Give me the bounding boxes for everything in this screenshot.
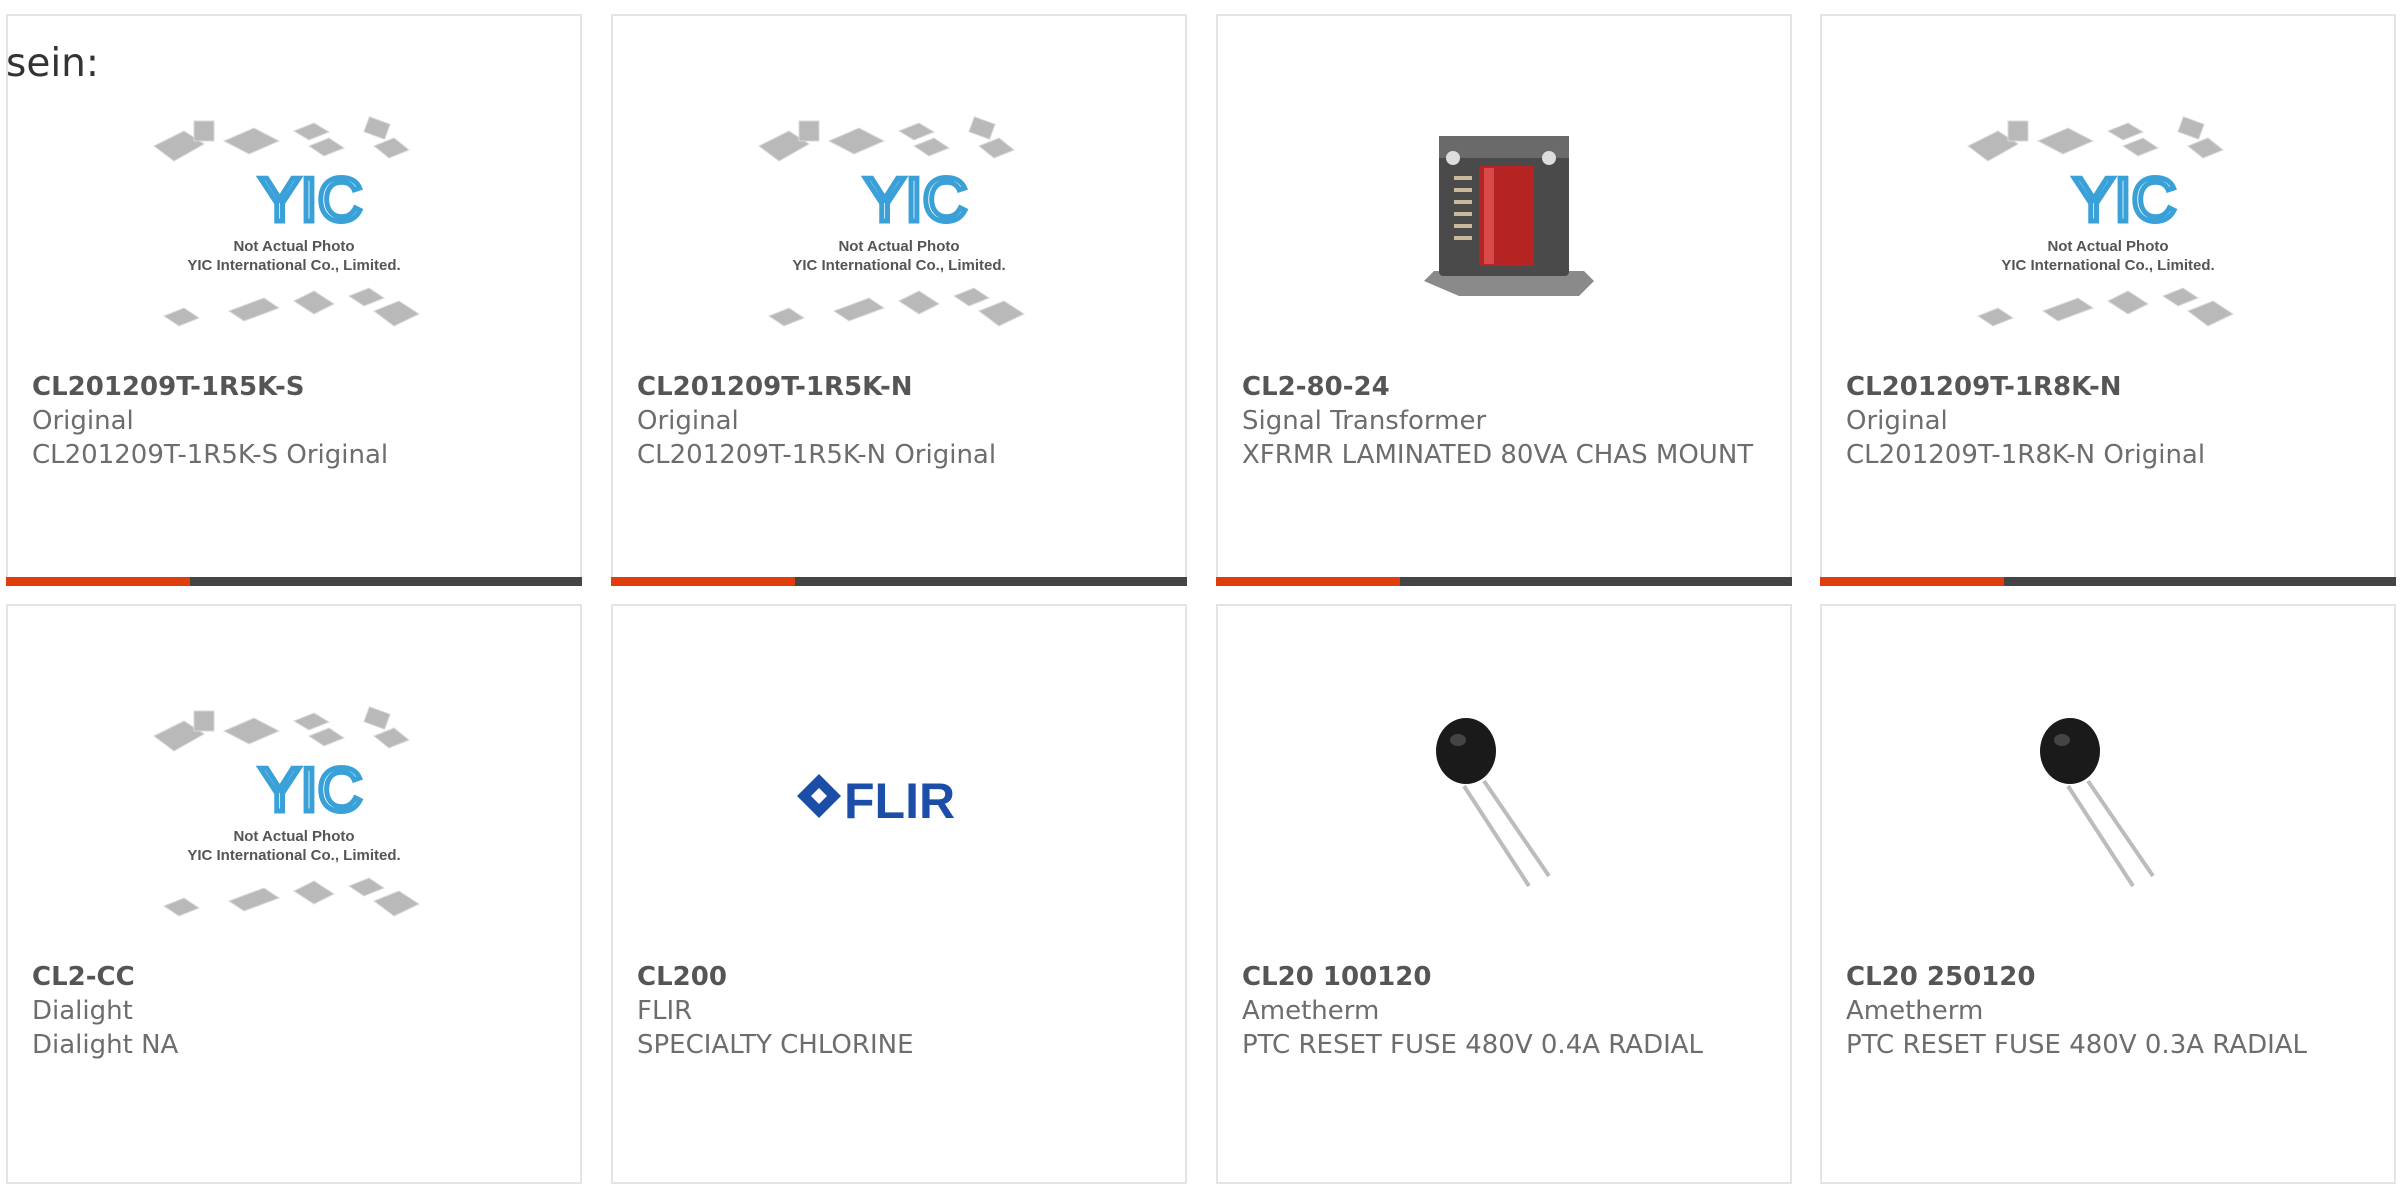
product-card[interactable]: CL20 100120 Ametherm PTC RESET FUSE 480V…	[1216, 604, 1792, 1184]
product-description: CL201209T-1R5K-S Original	[32, 440, 389, 470]
part-number-link[interactable]: CL20 100120	[1242, 960, 1766, 994]
manufacturer-label: FLIR	[637, 996, 693, 1026]
product-description: XFRMR LAMINATED 80VA CHAS MOUNT	[1242, 440, 1754, 470]
yic-placeholder-icon: YIC Not Actual Photo YIC International C…	[153, 116, 421, 327]
yic-caption-line-1: Not Actual Photo	[838, 238, 959, 255]
yic-placeholder-icon: YIC Not Actual Photo YIC International C…	[758, 116, 1026, 327]
part-number-link[interactable]: CL201209T-1R5K-N	[637, 370, 1161, 404]
product-description: Dialight NA	[32, 1030, 179, 1060]
flir-logo: FLIR	[797, 773, 955, 829]
part-number-link[interactable]: CL201209T-1R8K-N	[1846, 370, 2370, 404]
part-number-link[interactable]: CL200	[637, 960, 1161, 994]
yic-placeholder-icon: YIC Not Actual Photo YIC International C…	[153, 706, 421, 917]
part-number-link[interactable]: CL201209T-1R5K-S	[32, 370, 556, 404]
card-progress-bar	[6, 577, 582, 586]
flir-logo-text: FLIR	[844, 773, 955, 829]
part-number-link[interactable]: CL2-80-24	[1242, 370, 1766, 404]
svg-text:YIC: YIC	[259, 756, 362, 825]
svg-text:YIC: YIC	[864, 166, 967, 235]
yic-caption-line-2: YIC International Co., Limited.	[187, 257, 400, 274]
yic-caption-line-1: Not Actual Photo	[2047, 238, 2168, 255]
card-progress-bar	[611, 577, 1187, 586]
yic-placeholder-icon: YIC Not Actual Photo YIC International C…	[1967, 116, 2235, 327]
product-image[interactable]: FLIR	[613, 656, 1185, 956]
product-card[interactable]: CL2-80-24 Signal Transformer XFRMR LAMIN…	[1216, 14, 1792, 586]
page-fragment-text: sein:	[6, 41, 100, 86]
product-image[interactable]	[1218, 66, 1790, 366]
product-image[interactable]: YIC Not Actual Photo YIC International C…	[1822, 66, 2394, 366]
product-card[interactable]: YIC Not Actual Photo YIC International C…	[6, 604, 582, 1184]
yic-caption-line-1: Not Actual Photo	[233, 238, 354, 255]
product-image[interactable]	[1218, 656, 1790, 956]
product-card[interactable]: YIC Not Actual Photo YIC International C…	[1820, 14, 2396, 586]
product-description: SPECIALTY CHLORINE	[637, 1030, 914, 1060]
svg-text:YIC: YIC	[259, 166, 362, 235]
manufacturer-label: Signal Transformer	[1242, 406, 1487, 436]
product-image[interactable]: YIC Not Actual Photo YIC International C…	[8, 66, 580, 366]
product-card[interactable]: FLIR CL200 FLIR SPECIALTY CHLORINE	[611, 604, 1187, 1184]
transformer-icon	[1424, 136, 1594, 296]
card-progress-bar	[1820, 577, 2396, 586]
yic-caption-line-2: YIC International Co., Limited.	[792, 257, 1005, 274]
product-description: CL201209T-1R5K-N Original	[637, 440, 997, 470]
manufacturer-label: Ametherm	[1846, 996, 1984, 1026]
product-image[interactable]: YIC Not Actual Photo YIC International C…	[613, 66, 1185, 366]
product-image[interactable]	[1822, 656, 2394, 956]
yic-caption-line-1: Not Actual Photo	[233, 828, 354, 845]
product-description: PTC RESET FUSE 480V 0.4A RADIAL	[1242, 1030, 1704, 1060]
product-card[interactable]: YIC Not Actual Photo YIC International C…	[6, 14, 582, 586]
manufacturer-label: Original	[32, 406, 134, 436]
product-description: CL201209T-1R8K-N Original	[1846, 440, 2206, 470]
manufacturer-label: Original	[637, 406, 739, 436]
svg-text:YIC: YIC	[2073, 166, 2176, 235]
thermistor-icon	[2040, 718, 2155, 888]
part-number-link[interactable]: CL2-CC	[32, 960, 556, 994]
product-card[interactable]: YIC Not Actual Photo YIC International C…	[611, 14, 1187, 586]
product-description: PTC RESET FUSE 480V 0.3A RADIAL	[1846, 1030, 2308, 1060]
yic-caption-line-2: YIC International Co., Limited.	[2001, 257, 2214, 274]
thermistor-icon	[1436, 718, 1551, 888]
card-progress-bar	[1216, 577, 1792, 586]
product-card[interactable]: CL20 250120 Ametherm PTC RESET FUSE 480V…	[1820, 604, 2396, 1184]
manufacturer-label: Ametherm	[1242, 996, 1380, 1026]
manufacturer-label: Original	[1846, 406, 1948, 436]
product-image[interactable]: YIC Not Actual Photo YIC International C…	[8, 656, 580, 956]
manufacturer-label: Dialight	[32, 996, 133, 1026]
yic-caption-line-2: YIC International Co., Limited.	[187, 847, 400, 864]
part-number-link[interactable]: CL20 250120	[1846, 960, 2370, 994]
